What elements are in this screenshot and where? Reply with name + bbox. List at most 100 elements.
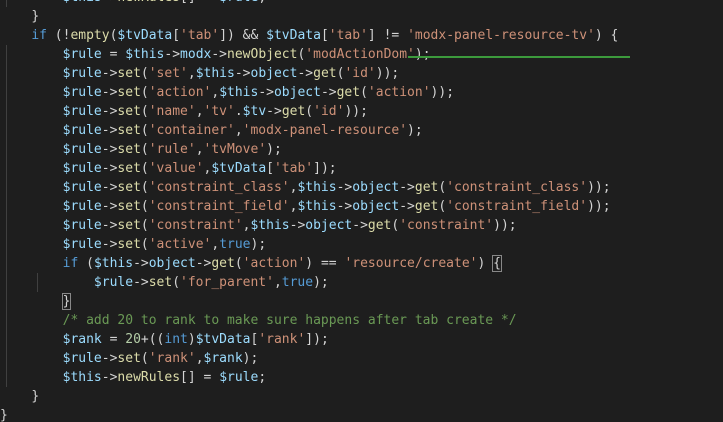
code-token: get	[336, 85, 361, 100]
code-token: get	[414, 199, 439, 214]
code-token: $this	[250, 218, 290, 233]
code-line[interactable]: $rank = 20+((int)$tvData['rank']);	[0, 330, 618, 349]
code-token: ->	[336, 180, 353, 195]
code-token: ));	[587, 199, 611, 214]
code-token: {	[492, 255, 502, 272]
code-line[interactable]: if (!empty($tvData['tab']) && $tvData['t…	[0, 26, 618, 45]
code-token: (	[234, 256, 243, 271]
code-token: ->	[101, 85, 118, 100]
code-token: object	[250, 66, 298, 81]
code-token: 'value'	[148, 161, 204, 176]
code-token: $rule	[62, 142, 102, 157]
code-token: 'tvMove'	[203, 142, 267, 157]
code-token: modx	[180, 47, 212, 62]
code-line[interactable]: $rule->set('rank',$rank);	[0, 349, 618, 368]
code-token: );	[414, 47, 431, 62]
code-token: ->	[352, 218, 368, 233]
code-token: 'tab'	[273, 161, 314, 176]
code-token: [] =	[180, 370, 220, 385]
indent-guide	[6, 254, 7, 273]
code-line[interactable]: $rule->set('value',$tvData['tab']);	[0, 159, 618, 178]
code-token: set	[117, 237, 141, 252]
code-line[interactable]: $rule->set('action',$this->object->get('…	[0, 83, 618, 102]
code-token: ));	[375, 66, 400, 81]
code-token: .	[234, 104, 243, 119]
code-line[interactable]: if ($this->object->get('action') == 'res…	[0, 254, 618, 273]
code-token: ->	[195, 256, 212, 271]
code-line[interactable]: $rule->set('constraint_class',$this->obj…	[0, 178, 618, 197]
code-token: empty	[70, 28, 110, 43]
code-token: (	[172, 275, 181, 290]
code-token: ,	[234, 123, 243, 138]
code-line[interactable]: }	[0, 406, 618, 422]
code-token: ) {	[594, 28, 619, 43]
code-line[interactable]: }	[0, 292, 618, 311]
code-line[interactable]: $rule->set('constraint_field',$this->obj…	[0, 197, 618, 216]
code-editor[interactable]: $this->newRules[] = $rule; } if (!empty(…	[0, 0, 723, 422]
code-token: 'set'	[148, 66, 188, 81]
code-token: (	[305, 104, 314, 119]
code-token: $tvData	[195, 332, 251, 347]
code-token: (	[140, 218, 149, 233]
code-token: int	[164, 332, 188, 347]
code-token: )	[187, 332, 196, 347]
code-line[interactable]: }	[0, 7, 618, 26]
indent-guide	[6, 292, 7, 311]
code-token: object	[352, 199, 400, 214]
code-token: set	[117, 180, 141, 195]
code-token: (	[140, 123, 149, 138]
code-line[interactable]: /* add 20 to rank to make sure happens a…	[0, 311, 618, 330]
code-token: set	[117, 104, 141, 119]
code-line[interactable]: $rule->set('set',$this->object->get('id'…	[0, 64, 618, 83]
code-line[interactable]: $rule->set('constraint',$this->object->g…	[0, 216, 618, 235]
code-token: 'action'	[242, 256, 306, 271]
code-line[interactable]: $this->newRules[] = $rule;	[0, 0, 618, 7]
code-token: =	[101, 47, 126, 62]
code-token: (	[140, 237, 149, 252]
code-token: ->	[101, 180, 118, 195]
code-token: 'constraint'	[148, 218, 243, 233]
code-token: /* add 20 to rank to make sure happens a…	[62, 313, 517, 328]
code-token: ]) &&	[219, 28, 267, 43]
code-token: 'rule'	[148, 142, 196, 157]
code-token: (	[140, 66, 149, 81]
code-line[interactable]: $rule->set('name','tv'.$tv->get('id'));	[0, 102, 618, 121]
indent-guide	[6, 45, 7, 64]
code-token: ] !=	[367, 28, 408, 43]
code-token: ->	[101, 351, 118, 366]
code-token: $rule	[219, 370, 259, 385]
code-token: 'constraint_field'	[446, 199, 588, 214]
code-token: 'constraint_class'	[446, 180, 588, 195]
code-line[interactable]: $rule->set('container','modx-panel-resou…	[0, 121, 618, 140]
code-token: set	[117, 66, 141, 81]
code-line[interactable]: $rule->set('for_parent',true);	[0, 273, 618, 292]
code-token: (	[140, 104, 149, 119]
code-token: (	[78, 256, 94, 271]
code-token: ->	[297, 66, 314, 81]
code-token: ->	[101, 142, 118, 157]
code-token: ->	[101, 161, 118, 176]
code-lines[interactable]: $this->newRules[] = $rule; } if (!empty(…	[0, 0, 618, 422]
code-token: ->	[133, 256, 149, 271]
code-line[interactable]: $rule = $this->modx->newObject('modActio…	[0, 45, 618, 64]
code-token: newRules	[117, 0, 180, 5]
code-line[interactable]: $rule->set('active',true);	[0, 235, 618, 254]
code-line[interactable]: $rule->set('rule','tvMove');	[0, 140, 618, 159]
code-token: (	[360, 85, 368, 100]
code-token: ));	[493, 218, 517, 233]
code-token: }	[0, 408, 8, 422]
code-line[interactable]: }	[0, 387, 618, 406]
code-token: $rank	[203, 351, 243, 366]
code-token: ;	[258, 370, 267, 385]
code-token: newRules	[117, 370, 181, 385]
code-line[interactable]: $this->newRules[] = $rule;	[0, 368, 618, 387]
code-token: ->	[101, 123, 118, 138]
code-token: 'active'	[148, 237, 212, 252]
code-token: $rank	[62, 332, 102, 347]
